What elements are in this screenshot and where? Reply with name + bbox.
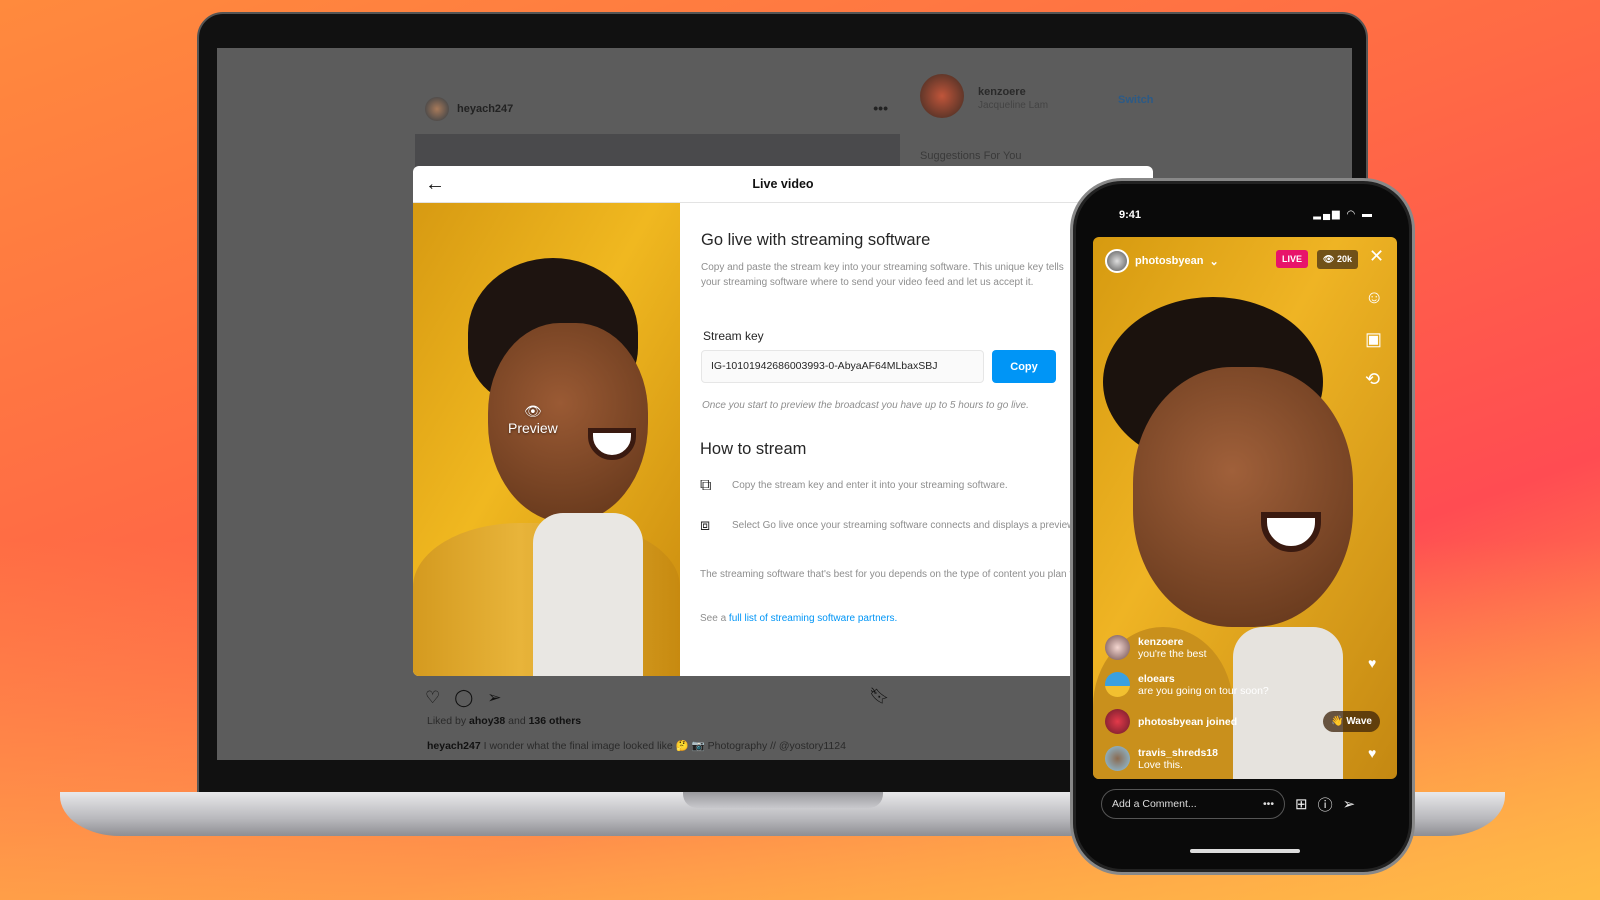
step-text: Select Go live once your streaming softw… — [732, 520, 1077, 531]
switch-link[interactable]: Switch — [1118, 94, 1153, 106]
description: Copy and paste the stream key into your … — [701, 262, 1064, 288]
viewer-count: 👁︎ 20k — [1317, 250, 1358, 269]
stream-key-label: Stream key — [703, 329, 764, 343]
see-prefix: See a — [700, 613, 727, 624]
add-guest-video-icon[interactable]: ⊞ — [1295, 795, 1308, 813]
modal-title: Live video — [752, 177, 814, 191]
more-options-button[interactable]: ••• — [873, 100, 888, 116]
liked-and: and — [508, 715, 526, 727]
preview-overlay[interactable]: 👁︎ Preview — [508, 403, 558, 436]
avatar[interactable] — [920, 74, 964, 118]
comment-text: are you going on tour soon? — [1138, 684, 1269, 697]
bookmark-icon[interactable]: 🔖︎ — [869, 686, 889, 706]
preview-label: Preview — [508, 420, 558, 436]
list-item: travis_shreds18 Love this. — [1105, 740, 1305, 777]
how-to-heading: How to stream — [700, 440, 807, 458]
comment-input[interactable]: Add a Comment... ••• — [1101, 789, 1285, 819]
preview-note: Once you start to preview the broadcast … — [702, 400, 1029, 411]
image-icon[interactable]: ▣ — [1365, 329, 1382, 350]
share-icon[interactable]: ➢ — [487, 688, 501, 708]
live-badge: LIVE — [1276, 250, 1309, 268]
live-video-modal: ← Live video 👁︎ Preview Go live with str… — [413, 166, 1153, 676]
post-username[interactable]: heyach247 — [457, 103, 513, 115]
section-heading: Go live with streaming software — [701, 231, 931, 249]
heart-icon[interactable]: ♥ — [1368, 745, 1376, 761]
comment-list: kenzoere you're the best eloears are you g… — [1105, 629, 1305, 777]
caption-text: I wonder what the final image looked lik… — [483, 740, 846, 752]
copy-button[interactable]: Copy — [992, 350, 1056, 383]
step-item: ⧉ Copy the stream key and enter it into … — [700, 477, 1120, 494]
flip-camera-icon[interactable]: ⟲ — [1365, 369, 1380, 390]
liked-user[interactable]: ahoy38 — [469, 715, 505, 727]
broadcaster-username: photosbyean — [1135, 255, 1204, 267]
home-indicator — [1190, 849, 1300, 853]
more-options-button[interactable]: ••• — [1263, 798, 1274, 810]
back-arrow-icon[interactable]: ← — [425, 173, 445, 196]
broadcaster[interactable]: photosbyean ⌄ — [1105, 249, 1219, 273]
list-item: kenzoere you're the best — [1105, 629, 1305, 666]
face-shape — [1133, 367, 1353, 627]
heart-icon: ♥ — [1368, 655, 1377, 671]
caption-user[interactable]: heyach247 — [427, 740, 481, 752]
signal-wifi-battery-icon: ▂▄▆ ◠ ▬ — [1313, 209, 1374, 220]
sidebar-subtitle: Jacqueline Lam — [978, 100, 1049, 111]
laptop-notch — [683, 792, 883, 808]
likes-text: Liked by ahoy38 and 136 others — [427, 715, 581, 727]
step-item: ⧈ Select Go live once your streaming sof… — [700, 517, 1120, 534]
liked-others[interactable]: 136 others — [529, 715, 582, 727]
eye-icon: 👁︎ — [524, 403, 542, 419]
phone: 9:41 ▂▄▆ ◠ ▬ photosbyean ⌄ LIVE 👁︎ 20k ✕… — [1070, 178, 1415, 875]
comment-icon[interactable]: ◯ — [454, 688, 473, 708]
modal-header: ← Live video — [413, 166, 1153, 203]
eye-icon: 👁︎ — [1323, 254, 1337, 264]
comment-user[interactable]: eloears — [1138, 673, 1269, 685]
stream-key-field[interactable]: IG-10101942686003993-0-AbyaAF64MLbaxSBJ — [701, 350, 984, 383]
comment-text: you're the best — [1138, 647, 1207, 660]
partners-text: See a full list of streaming software pa… — [700, 613, 897, 624]
avatar[interactable] — [1105, 635, 1130, 660]
question-icon[interactable]: ⓘ — [1318, 794, 1333, 815]
list-item: eloears are you going on tour soon? — [1105, 666, 1305, 703]
chevron-down-icon: ⌄ — [1209, 255, 1219, 268]
partners-link[interactable]: full list of streaming software partners… — [729, 613, 897, 624]
avatar[interactable] — [425, 97, 449, 121]
avatar[interactable] — [1105, 672, 1130, 697]
wave-button[interactable]: 👋 Wave — [1323, 711, 1380, 732]
preview-image[interactable]: 👁︎ Preview — [413, 203, 680, 676]
live-stream-view: photosbyean ⌄ LIVE 👁︎ 20k ✕ ☺ ▣ ⟲ kenzoe… — [1093, 237, 1397, 779]
post-actions: ♡ ◯ ➢ — [425, 688, 502, 708]
comment-user[interactable]: kenzoere — [1138, 636, 1207, 648]
copy-icon: ⧉ — [700, 477, 712, 494]
comment-placeholder: Add a Comment... — [1112, 798, 1197, 810]
shirt-shape — [533, 513, 643, 676]
comment-bar: Add a Comment... ••• ⊞ ⓘ ➢ — [1101, 789, 1389, 819]
close-icon[interactable]: ✕ — [1369, 246, 1384, 267]
liked-prefix: Liked by — [427, 715, 467, 727]
face-filter-icon[interactable]: ☺ — [1365, 287, 1383, 308]
comment-user[interactable]: photosbyean joined — [1138, 716, 1237, 728]
post-header: heyach247 ••• — [415, 84, 900, 134]
comment-text: Love this. — [1138, 758, 1183, 771]
share-icon[interactable]: ➢ — [1343, 795, 1356, 813]
caption: heyach247 I wonder what the final image … — [427, 739, 846, 752]
step-text: Copy the stream key and enter it into yo… — [732, 480, 1008, 491]
best-software-text: The streaming software that's best for y… — [700, 569, 1114, 580]
avatar — [1105, 249, 1129, 273]
heart-icon[interactable]: ♡ — [425, 688, 440, 708]
status-time: 9:41 — [1119, 209, 1142, 221]
sidebar-username[interactable]: kenzoere — [978, 86, 1026, 98]
comment-user[interactable]: travis_shreds18 — [1138, 747, 1218, 759]
avatar[interactable] — [1105, 746, 1130, 771]
screen-play-icon: ⧈ — [700, 517, 711, 534]
list-item: photosbyean joined — [1105, 703, 1305, 740]
viewer-count-value: 20k — [1336, 254, 1352, 264]
suggestions-label: Suggestions For You — [920, 150, 1022, 162]
avatar[interactable] — [1105, 709, 1130, 734]
